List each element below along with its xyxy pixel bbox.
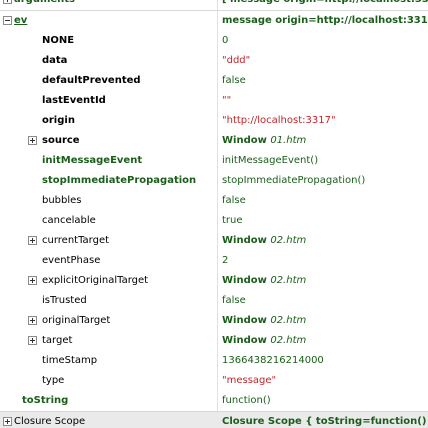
property-value: false (222, 295, 246, 306)
value-file: 02.htm (270, 315, 307, 326)
property-value: 0 (222, 35, 229, 46)
property-value: false (222, 75, 246, 86)
watch-row-target[interactable]: target Window 02.htm (0, 331, 428, 351)
property-name: ev (14, 15, 28, 26)
watch-row-cancelable[interactable]: cancelable true (0, 211, 428, 231)
watch-row-type[interactable]: type "message" (0, 371, 428, 391)
property-name: originalTarget (42, 315, 111, 326)
watch-row-eventphase[interactable]: eventPhase 2 (0, 251, 428, 271)
property-value: [ message origin=http://localhost:331 (222, 0, 428, 10)
property-value: function() (222, 395, 271, 406)
property-name: source (42, 135, 80, 146)
watch-row-initmessageevent[interactable]: initMessageEvent initMessageEvent() (0, 151, 428, 171)
property-value: 1366438216214000 (222, 355, 324, 366)
property-name: timeStamp (42, 355, 98, 366)
property-name: currentTarget (42, 235, 110, 246)
watch-row-data[interactable]: data "ddd" (0, 51, 428, 71)
property-value: initMessageEvent() (222, 155, 319, 166)
property-name: cancelable (42, 215, 96, 226)
property-value: Window 02.htm (222, 311, 306, 331)
property-name: NONE (42, 35, 75, 46)
value-file: 02.htm (270, 335, 307, 346)
expand-toggle-icon[interactable] (28, 316, 37, 325)
property-value: Window 02.htm (222, 271, 306, 291)
property-name: data (42, 55, 68, 66)
property-value: Closure Scope { toString=function() } (222, 416, 428, 427)
watch-row-arguments[interactable]: arguments [ message origin=http://localh… (0, 0, 428, 10)
expand-toggle-icon[interactable] (28, 236, 37, 245)
collapse-toggle-icon[interactable] (3, 16, 12, 25)
value-file: 02.htm (270, 235, 307, 246)
watch-row-closure-scope[interactable]: Closure Scope Closure Scope { toString=f… (0, 412, 428, 428)
value-type: Window (222, 135, 267, 146)
watch-row-currenttarget[interactable]: currentTarget Window 02.htm (0, 231, 428, 251)
property-name: explicitOriginalTarget (42, 275, 149, 286)
property-value: Window 02.htm (222, 231, 306, 251)
property-value: Window 01.htm (222, 131, 306, 151)
watch-row-timestamp[interactable]: timeStamp 1366438216214000 (0, 351, 428, 371)
expand-toggle-icon[interactable] (3, 417, 12, 426)
value-file: 01.htm (270, 135, 307, 146)
property-name: type (42, 375, 65, 386)
watch-row-bubbles[interactable]: bubbles false (0, 191, 428, 211)
property-value: true (222, 215, 243, 226)
watch-row-origin[interactable]: origin "http://localhost:3317" (0, 111, 428, 131)
property-value: message origin=http://localhost:3317 (222, 15, 428, 26)
property-name: toString (22, 395, 69, 406)
watch-row-tostring[interactable]: toString function() (0, 391, 428, 411)
property-value: 2 (222, 255, 229, 266)
property-value: stopImmediatePropagation() (222, 175, 366, 186)
expand-toggle-icon[interactable] (3, 0, 12, 4)
watch-row-stopimmediatepropagation[interactable]: stopImmediatePropagation stopImmediatePr… (0, 171, 428, 191)
expand-toggle-icon[interactable] (28, 276, 37, 285)
property-value: "http://localhost:3317" (222, 115, 336, 126)
watch-panel: arguments [ message origin=http://localh… (0, 0, 428, 428)
property-value: "ddd" (222, 55, 251, 66)
expand-toggle-icon[interactable] (28, 336, 37, 345)
property-name: eventPhase (42, 255, 101, 266)
watch-row-source[interactable]: source Window 01.htm (0, 131, 428, 151)
watch-row-originaltarget[interactable]: originalTarget Window 02.htm (0, 311, 428, 331)
property-name: arguments (14, 0, 75, 10)
watch-row-ev[interactable]: ev message origin=http://localhost:3317 (0, 11, 428, 31)
property-value: "" (222, 95, 232, 106)
watch-row-istrusted[interactable]: isTrusted false (0, 291, 428, 311)
property-value: "message" (222, 375, 277, 386)
watch-row-none[interactable]: NONE 0 (0, 31, 428, 51)
value-type: Window (222, 315, 267, 326)
property-value: Window 02.htm (222, 331, 306, 351)
property-name: bubbles (42, 195, 82, 206)
watch-row-defaultprevented[interactable]: defaultPrevented false (0, 71, 428, 91)
property-name: isTrusted (42, 295, 87, 306)
property-name: Closure Scope (14, 416, 86, 427)
property-name: target (42, 335, 73, 346)
property-name: origin (42, 115, 75, 126)
value-type: Window (222, 335, 267, 346)
value-type: Window (222, 275, 267, 286)
value-type: Window (222, 235, 267, 246)
expand-toggle-icon[interactable] (28, 136, 37, 145)
property-name: initMessageEvent (42, 155, 143, 166)
property-name: defaultPrevented (42, 75, 141, 86)
value-file: 02.htm (270, 275, 307, 286)
property-name: lastEventId (42, 95, 106, 106)
property-value: false (222, 195, 246, 206)
property-name: stopImmediatePropagation (42, 175, 197, 186)
watch-row-explicitoriginaltarget[interactable]: explicitOriginalTarget Window 02.htm (0, 271, 428, 291)
watch-row-lasteventid[interactable]: lastEventId "" (0, 91, 428, 111)
